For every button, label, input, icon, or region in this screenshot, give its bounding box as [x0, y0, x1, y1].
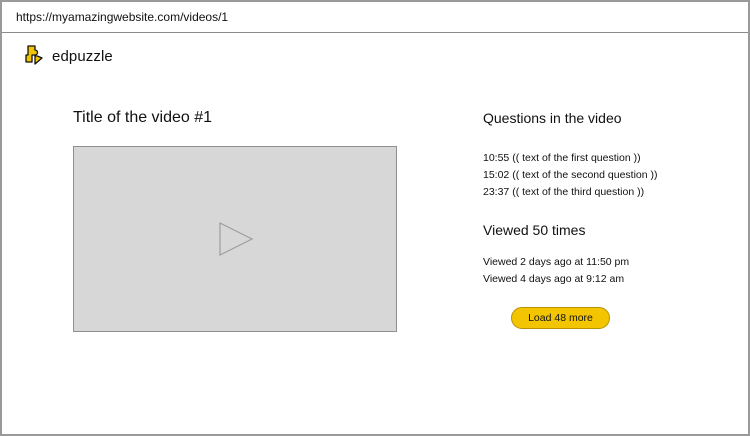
view-item: Viewed 4 days ago at 9:12 am [483, 273, 625, 285]
url-text[interactable]: https://myamazingwebsite.com/videos/1 [16, 10, 228, 24]
play-icon[interactable] [218, 221, 254, 257]
brand-logo[interactable]: edpuzzle [24, 44, 113, 68]
questions-heading-wrap: Questions in the video [483, 110, 738, 126]
questions-list: 10:55 (( text of the first question )) 1… [483, 150, 658, 201]
video-title: Title of the video #1 [73, 109, 213, 126]
views-list: Viewed 2 days ago at 11:50 pm Viewed 4 d… [483, 254, 629, 288]
views-heading: Viewed 50 times [483, 222, 586, 238]
view-item: Viewed 2 days ago at 11:50 pm [483, 256, 630, 268]
question-item[interactable]: 15:02 (( text of the second question )) [483, 167, 658, 184]
address-bar[interactable]: https://myamazingwebsite.com/videos/1 [2, 2, 748, 33]
question-item[interactable]: 23:37 (( text of the third question )) [483, 184, 658, 201]
brand-name: edpuzzle [52, 47, 113, 65]
video-player[interactable] [73, 146, 397, 332]
load-more-button[interactable]: Load 48 more [511, 307, 610, 329]
puzzle-piece-icon [25, 45, 43, 65]
browser-window: https://myamazingwebsite.com/videos/1 ed… [0, 0, 750, 436]
question-item[interactable]: 10:55 (( text of the first question )) [483, 150, 658, 167]
questions-heading: Questions in the video [483, 110, 622, 126]
